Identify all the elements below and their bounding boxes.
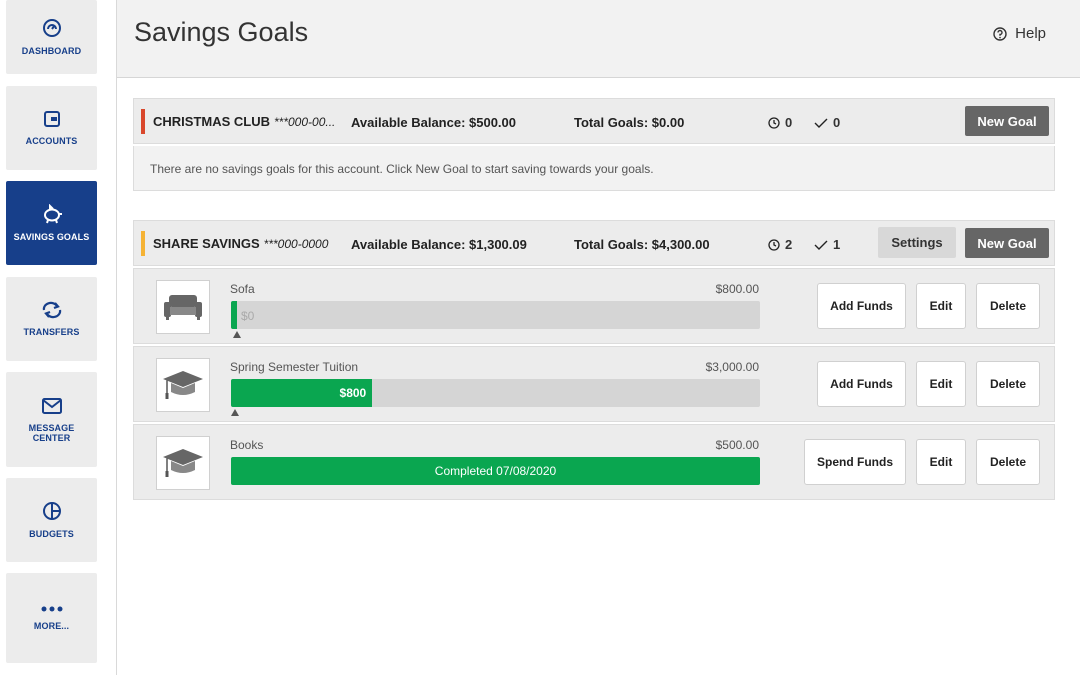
edit-goal-button[interactable]: Edit <box>916 439 966 485</box>
available-balance: Available Balance: $1,300.09 <box>351 237 527 252</box>
settings-button[interactable]: Settings <box>878 227 956 258</box>
goal-status: Completed 07/08/2020 <box>434 464 557 478</box>
empty-goals-message: There are no savings goals for this acco… <box>133 146 1055 191</box>
goal-progress-fill: $800 <box>231 379 373 407</box>
sidebar-item-dashboard[interactable]: DASHBOARD <box>6 0 97 74</box>
pending-goals-count: 2 <box>768 237 792 252</box>
goal-progress-bar: $800 <box>231 379 760 407</box>
sidebar-item-label: MESSAGE CENTER <box>28 422 75 443</box>
sidebar-item-more[interactable]: MORE... <box>6 573 97 663</box>
page-header: Savings Goals Help <box>117 0 1080 78</box>
goal-row-sofa: Sofa $800.00 $0 Add Funds Edit Delete <box>133 268 1055 344</box>
graduation-cap-icon <box>163 449 203 477</box>
goal-saved-amount: $800 <box>339 386 367 400</box>
sidebar-item-budgets[interactable]: BUDGETS <box>6 478 97 562</box>
sidebar-item-label: ACCOUNTS <box>25 136 78 146</box>
sidebar-item-label: MORE... <box>33 621 70 631</box>
help-link[interactable]: Help <box>993 25 1046 42</box>
progress-marker <box>231 409 239 416</box>
progress-marker <box>233 331 241 338</box>
delete-goal-button[interactable]: Delete <box>976 283 1040 329</box>
sidebar: DASHBOARD ACCOUNTS SAVINGS GOALS TRANSFE… <box>0 0 117 675</box>
total-goals: Total Goals: $0.00 <box>574 115 685 130</box>
new-goal-button[interactable]: New Goal <box>965 106 1049 136</box>
goal-row-spring-semester-tuition: Spring Semester Tuition $3,000.00 $800 A… <box>133 346 1055 422</box>
sidebar-item-transfers[interactable]: TRANSFERS <box>6 277 97 361</box>
help-label: Help <box>1015 25 1046 42</box>
goal-name: Sofa <box>230 282 255 296</box>
wallet-icon <box>43 111 60 127</box>
goal-target-amount: $800.00 <box>715 282 759 296</box>
checkmark-icon <box>814 240 828 250</box>
goal-row-books: Books $500.00 Completed 07/08/2020 Spend… <box>133 424 1055 500</box>
account-name: CHRISTMAS CLUB ***000-00... <box>153 114 336 129</box>
account-header-share-savings: SHARE SAVINGS ***000-0000 Available Balan… <box>133 220 1055 266</box>
account-accent <box>141 231 145 256</box>
sidebar-item-label: TRANSFERS <box>23 327 80 337</box>
sidebar-item-label: BUDGETS <box>29 529 74 539</box>
pie-chart-icon <box>42 502 61 520</box>
sofa-icon <box>164 295 202 320</box>
goal-name: Spring Semester Tuition <box>230 360 359 374</box>
add-funds-button[interactable]: Add Funds <box>817 283 906 329</box>
goal-target-amount: $500.00 <box>715 438 759 452</box>
delete-goal-button[interactable]: Delete <box>976 361 1040 407</box>
gauge-icon <box>42 19 61 37</box>
add-funds-button[interactable]: Add Funds <box>817 361 906 407</box>
delete-goal-button[interactable]: Delete <box>976 439 1040 485</box>
clock-icon <box>768 238 780 251</box>
goal-name: Books <box>230 438 264 452</box>
total-goals: Total Goals: $4,300.00 <box>574 237 710 252</box>
clock-icon <box>768 116 780 129</box>
account-header-christmas-club: CHRISTMAS CLUB ***000-00... Available Bal… <box>133 98 1055 144</box>
goal-saved-amount: $0 <box>241 309 255 323</box>
page-title: Savings Goals <box>134 17 309 47</box>
account-name: SHARE SAVINGS ***000-0000 <box>153 236 329 251</box>
goal-image <box>156 280 210 334</box>
edit-goal-button[interactable]: Edit <box>916 361 966 407</box>
sidebar-item-accounts[interactable]: ACCOUNTS <box>6 86 97 170</box>
help-icon <box>993 26 1007 41</box>
completed-goals-count: 1 <box>814 237 840 252</box>
completed-goals-count: 0 <box>814 115 840 130</box>
account-accent <box>141 109 145 134</box>
checkmark-icon <box>814 118 828 128</box>
pending-goals-count: 0 <box>768 115 792 130</box>
goal-progress-bar: Completed 07/08/2020 <box>231 457 760 485</box>
spend-funds-button[interactable]: Spend Funds <box>804 439 906 485</box>
goal-image <box>156 436 210 490</box>
goal-progress-fill <box>231 301 237 329</box>
sidebar-item-message-center[interactable]: MESSAGE CENTER <box>6 372 97 467</box>
sidebar-item-label: DASHBOARD <box>21 46 82 56</box>
goal-progress-fill: Completed 07/08/2020 <box>231 457 760 485</box>
sidebar-item-savings-goals[interactable]: SAVINGS GOALS <box>6 181 97 265</box>
available-balance: Available Balance: $500.00 <box>351 115 517 130</box>
goal-image <box>156 358 210 412</box>
more-dots-icon <box>41 606 62 612</box>
transfer-arrows-icon <box>42 301 61 319</box>
envelope-icon <box>41 397 62 414</box>
account-number: ***000-00... <box>274 115 336 129</box>
sidebar-item-label: SAVINGS GOALS <box>13 232 90 242</box>
graduation-cap-icon <box>163 371 203 399</box>
edit-goal-button[interactable]: Edit <box>916 283 966 329</box>
goal-progress-bar: $0 <box>231 301 760 329</box>
goal-target-amount: $3,000.00 <box>705 360 759 374</box>
account-number: ***000-0000 <box>263 237 329 251</box>
piggy-bank-icon <box>43 204 62 224</box>
new-goal-button[interactable]: New Goal <box>965 228 1049 258</box>
